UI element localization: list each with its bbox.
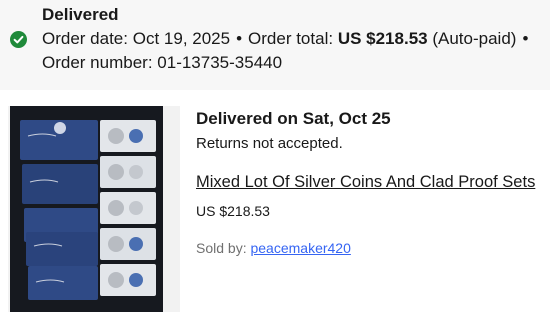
order-number-label: Order number: xyxy=(42,53,153,72)
delivery-date-heading: Delivered on Sat, Oct 25 xyxy=(196,109,391,128)
order-details-line: Order date: Oct 19, 2025 • Order total: US… xyxy=(42,29,534,49)
item-price: US $218.53 xyxy=(196,203,270,219)
seller-info: Sold by: peacemaker420 xyxy=(196,240,351,256)
order-total-label: Order total: xyxy=(248,29,334,48)
seller-label: Sold by: xyxy=(196,240,247,256)
order-number-value: 01-13735-35440 xyxy=(157,53,283,72)
item-thumbnail[interactable] xyxy=(8,106,180,312)
order-number-line: Order number: 01-13735-35440 xyxy=(42,53,282,73)
returns-policy-note: Returns not accepted. xyxy=(196,135,343,152)
separator-bullet: • xyxy=(522,29,529,48)
order-status-banner: Delivered Order date: Oct 19, 2025 • Order… xyxy=(0,0,550,90)
payment-note: (Auto-paid) xyxy=(432,29,517,48)
order-total-value: US $218.53 xyxy=(337,29,428,48)
order-status-title: Delivered xyxy=(42,5,119,24)
seller-link[interactable]: peacemaker420 xyxy=(250,240,350,256)
check-circle-icon xyxy=(10,31,27,48)
order-date-label: Order date: xyxy=(42,29,128,48)
coin-sets-image xyxy=(8,106,180,312)
separator-bullet: • xyxy=(236,29,243,48)
item-title-link[interactable]: Mixed Lot Of Silver Coins And Clad Proof… xyxy=(196,173,535,192)
order-date-value: Oct 19, 2025 xyxy=(132,29,231,48)
